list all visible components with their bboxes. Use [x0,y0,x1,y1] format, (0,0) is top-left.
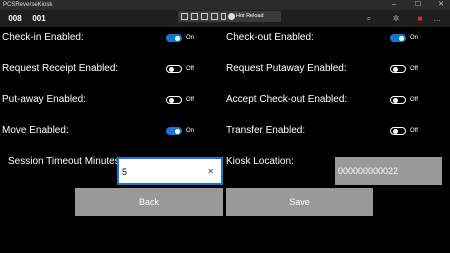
minimize-button[interactable]: – [385,0,403,10]
back-button[interactable]: Back [75,188,223,216]
more-icon[interactable]: … [432,14,442,24]
request-putaway-enabled-toggle[interactable] [390,65,406,73]
putaway-enabled-toggle[interactable] [166,96,182,104]
transfer-enabled-state: Off [410,128,418,134]
transfer-enabled-toggle[interactable] [390,127,406,135]
toggle-knob [175,35,180,41]
kiosk-location-field[interactable]: 000000000022 [335,157,442,185]
search-icon[interactable]: ⌕ [364,14,374,24]
app-title: PCSReverseKiosk [3,2,53,8]
request-putaway-enabled-label: Request Putaway Enabled: [226,63,347,74]
close-button[interactable]: ✕ [432,0,450,10]
request-receipt-enabled-toggle[interactable] [166,65,182,73]
hot-reload-label[interactable]: Hot Reload [236,12,264,21]
move-enabled-state: On [186,128,195,134]
checkin-enabled-toggle[interactable] [166,34,182,42]
clear-icon[interactable]: ✕ [207,166,214,178]
toggle-knob [175,128,180,134]
alert-icon[interactable]: ■ [415,14,425,24]
checkout-enabled-label: Check-out Enabled: [226,32,314,43]
toggle-knob [393,129,398,134]
move-enabled-label: Move Enabled: [2,125,69,136]
accept-checkout-enabled-label: Accept Check-out Enabled: [226,94,348,105]
maximize-button[interactable]: ☐ [409,0,427,10]
checkin-enabled-state: On [186,35,195,41]
toggle-knob [169,98,174,103]
gear-icon[interactable]: ✲ [391,14,401,24]
accept-checkout-enabled-state: Off [410,97,418,103]
kiosk-location-label: Kiosk Location: [226,156,294,167]
save-button[interactable]: Save [226,188,373,216]
checkout-enabled-state: On [410,35,419,41]
toggle-knob [393,67,398,72]
hot-reload-status-icon [228,13,235,20]
select-element-icon[interactable] [181,13,188,20]
debug-toolbar: Hot Reload [178,11,281,22]
session-timeout-input[interactable]: 5 ✕ [117,157,223,185]
settings-icon[interactable] [221,13,226,20]
transfer-enabled-label: Transfer Enabled: [226,125,306,136]
request-putaway-enabled-state: Off [410,66,418,72]
toggle-knob [393,98,398,103]
title-bar: PCSReverseKiosk – ☐ ✕ [0,0,450,10]
kiosk-location-value: 000000000022 [338,166,399,176]
session-timeout-label: Session Timeout Minutes: [8,156,123,167]
toggle-knob [169,67,174,72]
move-enabled-toggle[interactable] [166,127,182,135]
checkin-enabled-label: Check-in Enabled: [2,32,84,43]
putaway-enabled-state: Off [186,97,194,103]
binding-failures-icon[interactable] [211,13,218,20]
putaway-enabled-label: Put-away Enabled: [2,94,86,105]
toggle-knob [399,35,404,41]
counter-right: 001 [32,14,46,23]
request-receipt-enabled-label: Request Receipt Enabled: [2,63,119,74]
session-timeout-value[interactable]: 5 [122,166,127,178]
counter-left: 008 [8,14,22,23]
display-layout-icon[interactable] [191,13,198,20]
track-focus-icon[interactable] [201,13,208,20]
request-receipt-enabled-state: Off [186,66,194,72]
accept-checkout-enabled-toggle[interactable] [390,96,406,104]
checkout-enabled-toggle[interactable] [390,34,406,42]
